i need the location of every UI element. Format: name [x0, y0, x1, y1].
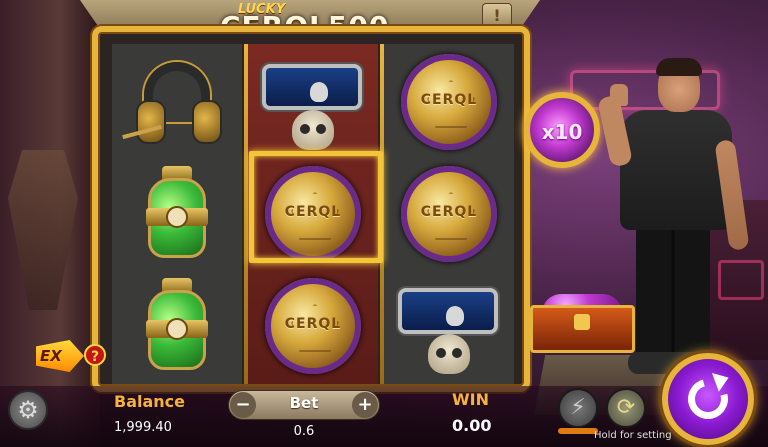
- win-label: WIN: [452, 390, 489, 409]
- lightning-icon[interactable]: ⚡: [558, 388, 598, 428]
- soccer-ball-symbol: CERQL: [401, 54, 497, 150]
- character-torso: [620, 110, 732, 230]
- bet-label: Bet: [289, 394, 319, 412]
- reel-3: CERQL CERQL: [384, 44, 514, 384]
- background-neon-sign-small: [718, 260, 764, 300]
- chest-lock-icon: [574, 314, 590, 330]
- reel-frame: CERQL CERQL CERQL CERQL: [92, 26, 530, 392]
- soccer-ball-symbol: CERQL: [265, 278, 361, 374]
- multiplier-value: x10: [541, 120, 583, 144]
- spin-button[interactable]: [662, 353, 754, 445]
- hold-for-setting-text: Hold for setting: [594, 430, 672, 441]
- ball-label: CERQL: [420, 204, 478, 220]
- bet-increase-button[interactable]: +: [352, 392, 378, 418]
- balance-value: 1,999.40: [114, 420, 172, 435]
- peace-sign-hand: [610, 84, 628, 106]
- character-hair: [656, 58, 702, 76]
- win-value: 0.00: [452, 416, 492, 435]
- grenade-symbol: [122, 276, 232, 376]
- ball-label: CERQL: [284, 316, 342, 332]
- phone-skull-symbol: [394, 282, 504, 382]
- phone-skull-symbol: [258, 58, 368, 158]
- ball-label: CERQL: [420, 92, 478, 108]
- balance-label: Balance: [114, 392, 185, 411]
- reel-1: [112, 44, 242, 384]
- character-legs: [636, 226, 710, 362]
- alert-button[interactable]: !: [482, 3, 512, 27]
- turbo-indicator: [558, 428, 598, 434]
- bet-value: 0.6: [293, 424, 315, 439]
- winning-symbol-highlight: [249, 151, 383, 263]
- soccer-ball-symbol: CERQL: [401, 166, 497, 262]
- bet-decrease-button[interactable]: −: [230, 392, 256, 418]
- gear-icon[interactable]: ⚙: [8, 390, 48, 430]
- help-icon[interactable]: ?: [84, 344, 106, 366]
- headphones-symbol: [122, 56, 232, 156]
- autoplay-icon[interactable]: ⟳: [606, 388, 646, 428]
- multiplier-orb: x10: [524, 92, 600, 168]
- grenade-symbol: [122, 164, 232, 264]
